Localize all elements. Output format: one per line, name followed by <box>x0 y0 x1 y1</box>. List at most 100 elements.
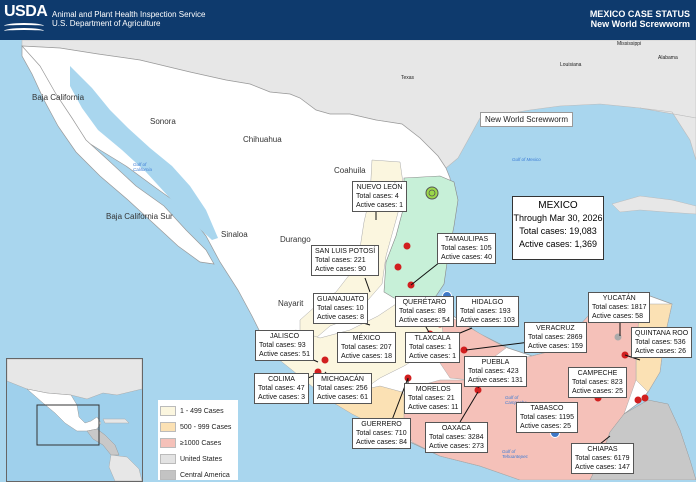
state-total: Total cases: 47 <box>258 385 305 392</box>
case-dot <box>394 263 402 271</box>
state-active: Active cases: 51 <box>259 351 310 358</box>
state-active: Active cases: 18 <box>341 353 392 360</box>
legend-item: ≥1000 Cases <box>160 438 221 448</box>
callout-hidalgo[interactable]: HIDALGO Total cases: 193 Active cases: 1… <box>456 296 519 327</box>
state-total: Total cases: 256 <box>317 385 368 392</box>
label-gulf-california: Gulf of California <box>133 162 153 172</box>
inset-map-graphic <box>7 359 142 481</box>
legend-item: Central America <box>160 470 230 480</box>
state-active: Active cases: 54 <box>399 317 450 324</box>
state-name: QUINTANA ROO <box>635 330 689 337</box>
state-active: Active cases: 40 <box>441 254 492 261</box>
state-total: Total cases: 207 <box>341 344 392 351</box>
state-active: Active cases: 84 <box>356 439 407 446</box>
state-active: Active cases: 8 <box>317 314 365 321</box>
state-name: JALISCO <box>269 333 300 340</box>
state-active: Active cases: 25 <box>572 388 623 395</box>
state-active: Active cases: 1 <box>409 353 457 360</box>
state-total: Total cases: 221 <box>315 257 366 264</box>
case-dot <box>634 396 642 404</box>
state-name: OAXACA <box>441 425 472 432</box>
state-name: PUEBLA <box>481 359 510 366</box>
header-bar: USDA Animal and Plant Health Inspection … <box>0 0 696 40</box>
state-name: GUANAJUATO <box>317 296 365 303</box>
inset-overview-map[interactable] <box>6 358 143 482</box>
state-active: Active cases: 25 <box>520 423 571 430</box>
label-durango: Durango <box>280 235 311 244</box>
callout-tamaulipas[interactable]: TAMAULIPAS Total cases: 105 Active cases… <box>437 233 496 264</box>
state-total: Total cases: 93 <box>259 342 306 349</box>
case-dot <box>403 242 411 250</box>
label-sinaloa: Sinaloa <box>221 230 248 239</box>
state-active: Active cases: 131 <box>468 377 523 384</box>
state-total: Total cases: 193 <box>460 308 511 315</box>
page-title: MEXICO CASE STATUS <box>589 9 690 19</box>
label-gulf-mexico: Gulf of Mexico <box>512 157 541 162</box>
callout-san-luis-potosi[interactable]: SAN LUIS POTOSÍ Total cases: 221 Active … <box>311 245 380 276</box>
callout-puebla[interactable]: PUEBLA Total cases: 423 Active cases: 13… <box>464 356 527 387</box>
callout-yucatan[interactable]: YUCATÁN Total cases: 1817 Active cases: … <box>588 292 651 323</box>
state-active: Active cases: 273 <box>429 443 484 450</box>
state-total: Total cases: 2869 <box>528 334 583 341</box>
state-name: MORELOS <box>415 386 451 393</box>
callout-michoacan[interactable]: MICHOACÁN Total cases: 256 Active cases:… <box>313 373 372 404</box>
label-louisiana: Louisiana <box>560 62 582 68</box>
state-total: Total cases: 710 <box>356 430 407 437</box>
agency-name: Animal and Plant Health Inspection Servi… <box>52 10 206 19</box>
usda-logo-text: USDA <box>4 3 48 20</box>
label-texas: Texas <box>401 75 415 81</box>
callout-chiapas[interactable]: CHIAPAS Total cases: 6179 Active cases: … <box>571 443 634 474</box>
case-dot <box>641 394 649 402</box>
state-name: VERACRUZ <box>536 325 575 332</box>
state-total: Total cases: 105 <box>441 245 492 252</box>
label-gulf-tehuantepec: Gulf of Tehuantepec <box>502 449 528 459</box>
case-dot <box>321 356 329 364</box>
callout-jalisco[interactable]: JALISCO Total cases: 93 Active cases: 51 <box>255 330 314 361</box>
state-name: MICHOACÁN <box>321 376 364 383</box>
map-layer-label[interactable]: New World Screwworm <box>480 112 573 127</box>
state-total: Total cases: 536 <box>635 339 686 346</box>
state-total: Total cases: 1 <box>409 344 452 351</box>
callout-guanajuato[interactable]: GUANAJUATO Total cases: 10 Active cases:… <box>313 293 369 324</box>
state-active: Active cases: 11 <box>408 404 459 411</box>
callout-campeche[interactable]: CAMPECHE Total cases: 823 Active cases: … <box>568 367 627 398</box>
label-sonora: Sonora <box>150 117 176 126</box>
state-name: TABASCO <box>530 405 564 412</box>
state-name: CHIAPAS <box>587 446 618 453</box>
callout-tabasco[interactable]: TABASCO Total cases: 1195 Active cases: … <box>516 402 578 433</box>
legend-item: 500 - 999 Cases <box>160 422 231 432</box>
callout-guerrero[interactable]: GUERRERO Total cases: 710 Active cases: … <box>352 418 411 449</box>
state-active: Active cases: 147 <box>575 464 630 471</box>
cuba-land <box>611 195 696 215</box>
callout-quintana-roo[interactable]: QUINTANA ROO Total cases: 536 Active cas… <box>631 327 693 358</box>
callout-oaxaca[interactable]: OAXACA Total cases: 3284 Active cases: 2… <box>425 422 488 453</box>
state-total: Total cases: 1817 <box>592 304 647 311</box>
label-chihuahua: Chihuahua <box>243 135 282 144</box>
callout-mexico-state[interactable]: MÉXICO Total cases: 207 Active cases: 18 <box>337 332 396 363</box>
state-name: TAMAULIPAS <box>444 236 489 243</box>
callout-tlaxcala[interactable]: TLAXCALA Total cases: 1 Active cases: 1 <box>405 332 461 363</box>
callout-nuevo-leon[interactable]: NUEVO LEÓN Total cases: 4 Active cases: … <box>352 181 408 212</box>
summary-total: Total cases: 19,083 <box>519 226 597 236</box>
callout-veracruz[interactable]: VERACRUZ Total cases: 2869 Active cases:… <box>524 322 587 353</box>
label-baja-california-sur: Baja California Sur <box>106 212 173 221</box>
state-name: YUCATÁN <box>602 295 636 302</box>
callout-queretaro[interactable]: QUERÉTARO Total cases: 89 Active cases: … <box>395 296 454 327</box>
callout-morelos[interactable]: MORELOS Total cases: 21 Active cases: 11 <box>404 383 463 414</box>
summary-box: MEXICO Through Mar 30, 2026 Total cases:… <box>512 196 604 260</box>
state-name: CAMPECHE <box>577 370 618 377</box>
state-active: Active cases: 58 <box>592 313 643 320</box>
state-name: HIDALGO <box>471 299 504 306</box>
summary-active: Active cases: 1,369 <box>518 239 598 249</box>
callout-colima[interactable]: COLIMA Total cases: 47 Active cases: 3 <box>254 373 310 404</box>
state-name: SAN LUIS POTOSÍ <box>315 248 376 255</box>
state-name: MÉXICO <box>352 335 381 342</box>
usda-logo: USDA <box>4 3 48 35</box>
state-total: Total cases: 6179 <box>575 455 630 462</box>
state-name: NUEVO LEÓN <box>356 184 403 191</box>
state-name: QUERÉTARO <box>402 299 447 306</box>
state-total: Total cases: 10 <box>317 305 364 312</box>
state-name: COLIMA <box>268 376 295 383</box>
state-active: Active cases: 90 <box>315 266 366 273</box>
state-total: Total cases: 423 <box>468 368 519 375</box>
